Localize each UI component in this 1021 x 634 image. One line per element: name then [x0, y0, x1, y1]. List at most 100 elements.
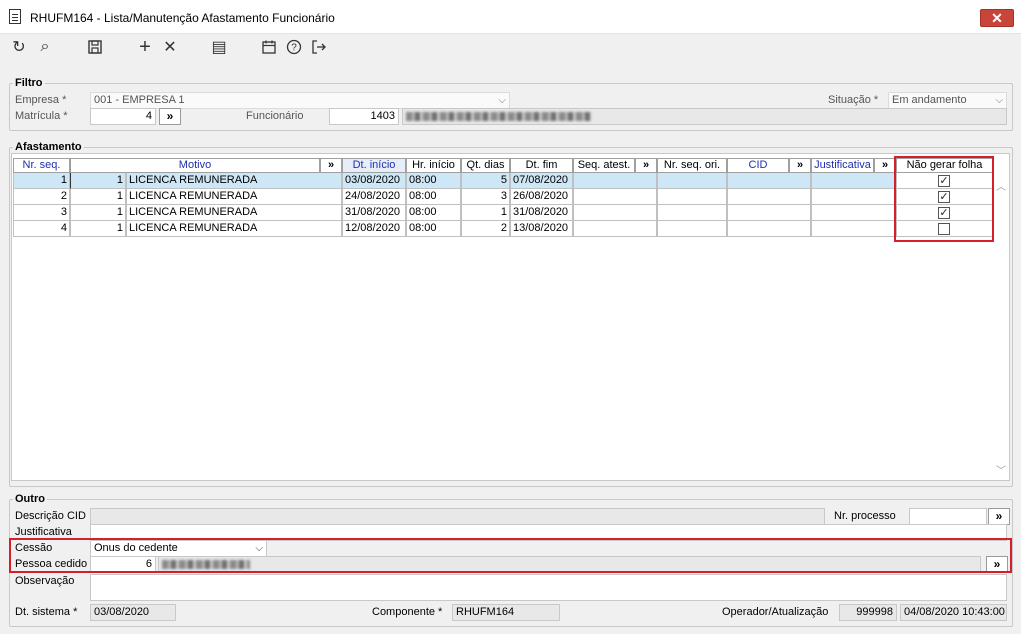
cell-nr-seq[interactable]: 1	[13, 173, 70, 189]
exit-icon[interactable]	[308, 36, 330, 58]
outro-legend: Outro	[13, 493, 47, 505]
table-cell-empty[interactable]	[573, 221, 657, 237]
table-cell-empty[interactable]	[811, 221, 896, 237]
save-icon[interactable]	[84, 36, 106, 58]
situacao-label: Situação *	[828, 94, 879, 106]
cell-qt-dias[interactable]: 2	[461, 221, 510, 237]
cell-motivo[interactable]: LICENCA REMUNERADA	[126, 189, 342, 205]
add-icon[interactable]: +	[134, 36, 156, 58]
dt-sistema-field: 03/08/2020	[90, 604, 176, 621]
observacao-input[interactable]	[90, 574, 1007, 601]
list-icon[interactable]: ▤	[208, 36, 230, 58]
cell-qt-dias[interactable]: 5	[461, 173, 510, 189]
scroll-up-icon[interactable]: ︿	[996, 178, 1006, 193]
cell-hr-inicio[interactable]: 08:00	[406, 189, 461, 205]
highlight-nao-gerar-folha	[894, 156, 994, 242]
cell-dt-fim[interactable]: 13/08/2020	[510, 221, 573, 237]
col-justificativa[interactable]: Justificativa	[811, 158, 874, 173]
table-cell-empty[interactable]	[657, 221, 727, 237]
cell-motivo[interactable]: LICENCA REMUNERADA	[126, 221, 342, 237]
col-motivo[interactable]: Motivo	[70, 158, 320, 173]
scroll-down-icon[interactable]: ﹀	[996, 462, 1006, 477]
table-cell-empty[interactable]	[573, 173, 657, 189]
table-cell-empty[interactable]	[727, 221, 811, 237]
cell-hr-inicio[interactable]: 08:00	[406, 173, 461, 189]
operador-label: Operador/Atualização	[722, 606, 829, 618]
dt-sistema-label: Dt. sistema *	[15, 606, 78, 618]
nr-processo-input[interactable]	[909, 508, 987, 525]
cell-motivo[interactable]: LICENCA REMUNERADA	[126, 205, 342, 221]
cell-motivo-cod[interactable]: 1	[70, 221, 126, 237]
matricula-label: Matrícula *	[15, 110, 68, 122]
cell-qt-dias[interactable]: 3	[461, 189, 510, 205]
table-cell-empty[interactable]	[657, 189, 727, 205]
descricao-cid-field	[90, 508, 825, 525]
cell-dt-fim[interactable]: 31/08/2020	[510, 205, 573, 221]
cell-nr-seq[interactable]: 4	[13, 221, 70, 237]
table-cell-empty[interactable]	[727, 173, 811, 189]
funcionario-name-redacted	[402, 108, 1007, 125]
table-cell-empty[interactable]	[727, 189, 811, 205]
calendar-icon[interactable]	[258, 36, 280, 58]
table-cell-empty[interactable]	[573, 205, 657, 221]
situacao-select[interactable]: Em andamento ⌵	[888, 92, 1007, 109]
descricao-cid-label: Descrição CID	[15, 510, 86, 522]
col-hr-inicio[interactable]: Hr. início	[406, 158, 461, 173]
cell-motivo[interactable]: LICENCA REMUNERADA	[126, 173, 342, 189]
cell-nr-seq[interactable]: 3	[13, 205, 70, 221]
cell-nr-seq[interactable]: 2	[13, 189, 70, 205]
table-cell-empty[interactable]	[811, 173, 896, 189]
cell-hr-inicio[interactable]: 08:00	[406, 221, 461, 237]
table-cell-empty[interactable]	[811, 205, 896, 221]
cell-dt-inicio[interactable]: 31/08/2020	[342, 205, 406, 221]
table-cell-empty[interactable]	[657, 205, 727, 221]
empresa-label: Empresa *	[15, 94, 67, 106]
empresa-select[interactable]: 001 - EMPRESA 1 ⌵	[90, 92, 510, 109]
observacao-label: Observação	[15, 575, 75, 587]
help-icon[interactable]: ?	[283, 36, 305, 58]
refresh-icon[interactable]: ↻	[8, 36, 30, 58]
window-title: RHUFM164 - Lista/Manutenção Afastamento …	[30, 11, 335, 25]
chevron-down-icon: ⌵	[498, 95, 506, 106]
nr-processo-lookup-button[interactable]: »	[988, 508, 1010, 525]
table-cell-empty[interactable]	[727, 205, 811, 221]
cell-motivo-cod[interactable]: 1	[70, 173, 126, 189]
cell-motivo-cod[interactable]: 1	[70, 205, 126, 221]
table-cell-empty[interactable]	[657, 173, 727, 189]
col-seq-atest[interactable]: Seq. atest.	[573, 158, 635, 173]
matricula-input[interactable]: 4	[90, 108, 156, 125]
cell-dt-fim[interactable]: 26/08/2020	[510, 189, 573, 205]
motivo-expand-button[interactable]: »	[320, 158, 342, 173]
cell-dt-inicio[interactable]: 12/08/2020	[342, 221, 406, 237]
close-button[interactable]: ✕	[980, 9, 1014, 27]
cell-dt-fim[interactable]: 07/08/2020	[510, 173, 573, 189]
highlight-cessao	[9, 538, 1012, 573]
seq-atest-expand-button[interactable]: »	[635, 158, 657, 173]
col-nr-seq-ori[interactable]: Nr. seq. ori.	[657, 158, 727, 173]
search-icon[interactable]: ⌕	[34, 36, 56, 58]
cell-dt-inicio[interactable]: 03/08/2020	[342, 173, 406, 189]
col-dt-fim[interactable]: Dt. fim	[510, 158, 573, 173]
cell-hr-inicio[interactable]: 08:00	[406, 205, 461, 221]
funcionario-code[interactable]: 1403	[329, 108, 399, 125]
col-dt-inicio[interactable]: Dt. início	[342, 158, 406, 173]
cid-expand-button[interactable]: »	[789, 158, 811, 173]
cell-qt-dias[interactable]: 1	[461, 205, 510, 221]
matricula-lookup-button[interactable]: »	[159, 108, 181, 125]
document-icon	[9, 9, 21, 24]
col-nr-seq[interactable]: Nr. seq.	[13, 158, 70, 173]
delete-icon[interactable]: ✕	[159, 36, 181, 58]
afastamento-legend: Afastamento	[13, 141, 84, 153]
svg-text:?: ?	[291, 43, 297, 54]
justificativa-expand-button[interactable]: »	[874, 158, 896, 173]
cell-dt-inicio[interactable]: 24/08/2020	[342, 189, 406, 205]
col-qt-dias[interactable]: Qt. dias	[461, 158, 510, 173]
col-cid[interactable]: CID	[727, 158, 789, 173]
componente-field: RHUFM164	[452, 604, 560, 621]
cell-motivo-cod[interactable]: 1	[70, 189, 126, 205]
table-cell-empty[interactable]	[811, 189, 896, 205]
operador-field: 999998	[839, 604, 897, 621]
funcionario-label: Funcionário	[246, 110, 304, 122]
table-cell-empty[interactable]	[573, 189, 657, 205]
nr-processo-label: Nr. processo	[834, 510, 896, 522]
